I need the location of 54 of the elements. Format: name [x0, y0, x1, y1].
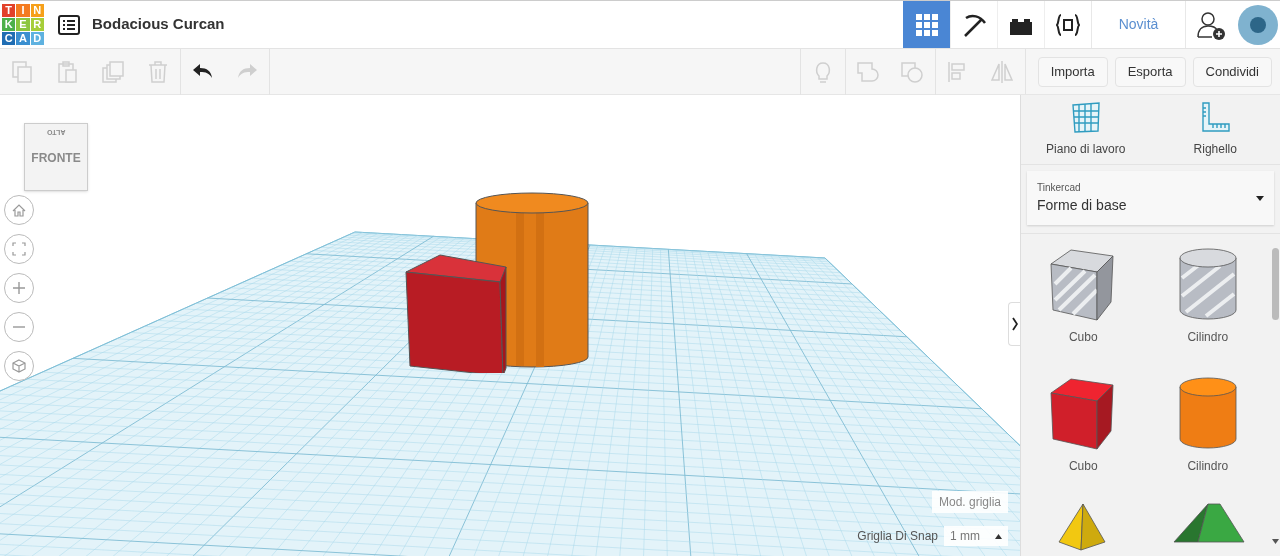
caret-up-icon [995, 533, 1002, 539]
paste-icon [55, 59, 80, 84]
cube-drawing[interactable] [404, 253, 508, 373]
logo-letter: K [2, 17, 16, 32]
toolbar-button[interactable]: Condividi [1192, 56, 1272, 87]
copy-icon [10, 59, 35, 84]
workplane-tool[interactable]: Piano di lavoro [1021, 95, 1151, 164]
menu-list-icon[interactable] [58, 14, 80, 35]
caret-down-icon [1256, 195, 1264, 201]
logo-letter: D [30, 32, 44, 46]
mirror-icon [990, 59, 1015, 84]
scrollbar-thumb[interactable] [1271, 248, 1279, 320]
zoom-out-button[interactable] [4, 312, 34, 342]
ungroup-icon [900, 59, 925, 84]
snap-select[interactable]: 1 mm [944, 526, 1008, 546]
logo-letter: A [16, 32, 30, 46]
toolbar-button[interactable]: Esporta [1114, 56, 1186, 87]
fit-view-icon [9, 239, 29, 259]
logo-letter: N [30, 3, 44, 17]
logo-letter: C [2, 32, 16, 46]
zoom-in-button[interactable] [4, 273, 34, 303]
workplane-icon [1069, 101, 1102, 134]
library-value: Forme di base [1037, 196, 1128, 215]
logo-letter: I [16, 3, 30, 17]
grid-view-icon [914, 12, 939, 37]
cube-front-label: FRONTE [31, 149, 81, 167]
shape-label: Cubo [1068, 458, 1098, 475]
pickaxe-icon [962, 12, 986, 37]
shape-label: Cilindro [1187, 329, 1229, 346]
perspective-button[interactable] [4, 351, 34, 381]
snap-value: 1 mm [950, 528, 980, 545]
avatar[interactable] [1238, 4, 1278, 45]
logo-letter: T [2, 3, 16, 17]
ruler-tool[interactable]: Righello [1150, 95, 1280, 164]
library-source-label: Tinkercad [1037, 181, 1082, 195]
scroll-down-icon[interactable] [1271, 539, 1279, 544]
tinkercad-logo[interactable]: T I N K E R C A D [2, 3, 44, 46]
logo-letter: E [16, 17, 30, 32]
edit-grid-button[interactable]: Mod. griglia [931, 491, 1008, 513]
add-user-icon[interactable] [1196, 9, 1226, 40]
chevron-right-icon [1011, 317, 1018, 331]
code-braces-icon [1056, 12, 1080, 37]
ruler-icon [1199, 101, 1232, 134]
home-button[interactable] [4, 195, 34, 225]
shape-label: Cubo [1068, 329, 1098, 346]
toolbar-button[interactable]: Importa [1037, 56, 1108, 87]
panel-toggle[interactable] [1008, 302, 1020, 346]
shape-label: Cilindro [1187, 458, 1229, 475]
design-title[interactable]: Bodacious Curcan [92, 13, 225, 36]
snap-grid-label: Griglia Di Snap [857, 528, 938, 545]
group-icon [855, 59, 880, 84]
duplicate-icon [100, 59, 125, 84]
logo-letter: R [30, 17, 44, 32]
library-dropdown[interactable]: Tinkercad Forme di base [1027, 171, 1274, 225]
